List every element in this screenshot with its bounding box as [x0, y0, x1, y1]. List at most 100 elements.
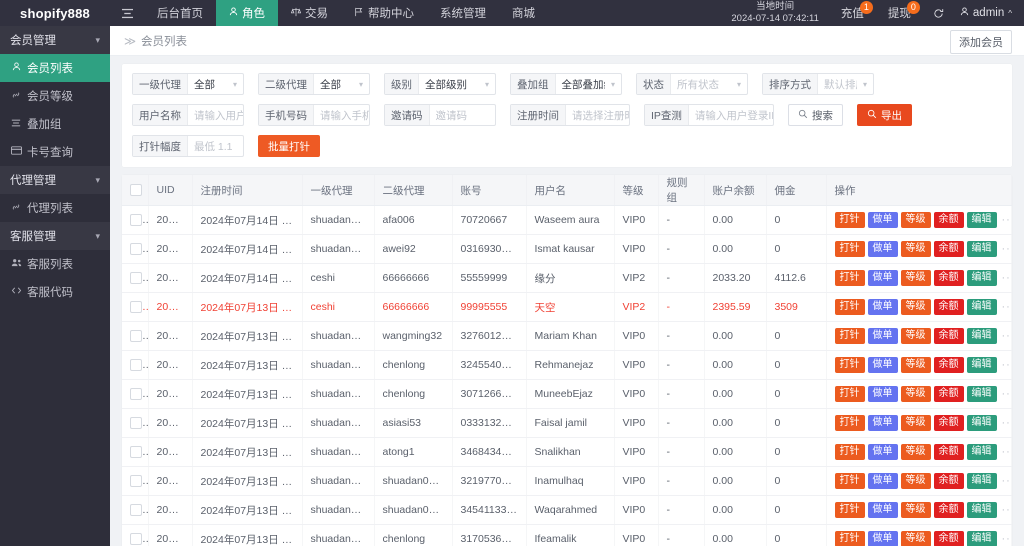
- row-checkbox[interactable]: [130, 214, 142, 227]
- filter-secondary-agent[interactable]: 二级代理 全部 ▾: [258, 73, 370, 95]
- more-actions-icon[interactable]: ···: [1000, 446, 1011, 458]
- nav-item-role[interactable]: 角色: [216, 0, 278, 26]
- sidebar-item-member-list[interactable]: 会员列表: [0, 54, 110, 82]
- table-row[interactable]: 202082024年07月14日 02:26:22shuadan010awei9…: [122, 234, 1012, 264]
- filter-ip-query-input[interactable]: IP查测 请输入用户登录IP: [644, 104, 774, 126]
- make-order-button[interactable]: 做单: [867, 501, 898, 519]
- sidebar-item-service-list[interactable]: 客服列表: [0, 250, 110, 278]
- more-actions-icon[interactable]: ···: [1000, 504, 1011, 516]
- table-row[interactable]: 202032024年07月13日 19:44:22shuadan003chenl…: [122, 379, 1012, 409]
- level-button[interactable]: 等级: [900, 269, 931, 287]
- edit-button[interactable]: 编辑: [966, 327, 997, 345]
- make-order-button[interactable]: 做单: [867, 327, 898, 345]
- injection-button[interactable]: 打针: [834, 240, 865, 258]
- more-actions-icon[interactable]: ···: [1000, 214, 1011, 226]
- level-button[interactable]: 等级: [900, 501, 931, 519]
- filter-level[interactable]: 级别 全部级别 ▾: [384, 73, 496, 95]
- injection-button[interactable]: 打针: [834, 472, 865, 490]
- balance-button[interactable]: 余额: [933, 501, 964, 519]
- balance-button[interactable]: 余额: [933, 298, 964, 316]
- row-checkbox[interactable]: [130, 330, 142, 343]
- level-button[interactable]: 等级: [900, 414, 931, 432]
- table-row[interactable]: 202042024年07月13日 19:44:51shuadan003chenl…: [122, 350, 1012, 380]
- more-actions-icon[interactable]: ···: [1000, 301, 1011, 313]
- injection-button[interactable]: 打针: [834, 327, 865, 345]
- row-checkbox[interactable]: [130, 504, 142, 517]
- make-order-button[interactable]: 做单: [867, 530, 898, 546]
- sidebar-item-service-code[interactable]: 客服代码: [0, 278, 110, 306]
- balance-button[interactable]: 余额: [933, 385, 964, 403]
- make-order-button[interactable]: 做单: [867, 269, 898, 287]
- edit-button[interactable]: 编辑: [966, 356, 997, 374]
- table-row[interactable]: 202092024年07月14日 05:19:30shuadan008afa00…: [122, 205, 1012, 235]
- injection-button[interactable]: 打针: [834, 356, 865, 374]
- row-checkbox[interactable]: [130, 533, 142, 546]
- edit-button[interactable]: 编辑: [966, 385, 997, 403]
- user-menu[interactable]: admin ^: [954, 0, 1024, 26]
- balance-button[interactable]: 余额: [933, 443, 964, 461]
- edit-button[interactable]: 编辑: [966, 211, 997, 229]
- refresh-icon[interactable]: [923, 0, 954, 26]
- edit-button[interactable]: 编辑: [966, 472, 997, 490]
- sidebar-item-member-level[interactable]: 会员等级: [0, 82, 110, 110]
- balance-button[interactable]: 余额: [933, 414, 964, 432]
- row-checkbox[interactable]: [130, 417, 142, 430]
- make-order-button[interactable]: 做单: [867, 472, 898, 490]
- table-row[interactable]: 202022024年07月13日 19:12:49shuadan011asias…: [122, 408, 1012, 438]
- table-row[interactable]: 202062024年07月13日 22:34:03ceshi6666666699…: [122, 292, 1012, 322]
- injection-button[interactable]: 打针: [834, 414, 865, 432]
- row-checkbox[interactable]: [130, 388, 142, 401]
- level-button[interactable]: 等级: [900, 385, 931, 403]
- nav-item-system[interactable]: 系统管理: [427, 0, 499, 26]
- balance-button[interactable]: 余额: [933, 211, 964, 229]
- injection-button[interactable]: 打针: [834, 501, 865, 519]
- table-row[interactable]: 202012024年07月13日 19:03:32shuadan004atong…: [122, 437, 1012, 467]
- injection-button[interactable]: 打针: [834, 211, 865, 229]
- injection-button[interactable]: 打针: [834, 385, 865, 403]
- withdraw-button[interactable]: 提现 0: [876, 0, 923, 26]
- recharge-button[interactable]: 充值 1: [829, 0, 876, 26]
- make-order-button[interactable]: 做单: [867, 240, 898, 258]
- row-checkbox[interactable]: [130, 243, 142, 256]
- search-button[interactable]: 搜索: [788, 104, 843, 126]
- balance-button[interactable]: 余额: [933, 269, 964, 287]
- level-button[interactable]: 等级: [900, 472, 931, 490]
- sidebar-group-agent-management[interactable]: 代理管理 ▾: [0, 166, 110, 194]
- nav-item-transaction[interactable]: 交易: [278, 0, 341, 26]
- filter-injection-amplitude-input[interactable]: 打针幅度 最低 1.1: [132, 135, 244, 157]
- more-actions-icon[interactable]: ···: [1000, 417, 1011, 429]
- level-button[interactable]: 等级: [900, 298, 931, 316]
- make-order-button[interactable]: 做单: [867, 443, 898, 461]
- sidebar-item-card-query[interactable]: 卡号查询: [0, 138, 110, 166]
- sidebar-group-service-management[interactable]: 客服管理 ▾: [0, 222, 110, 250]
- edit-button[interactable]: 编辑: [966, 530, 997, 546]
- more-actions-icon[interactable]: ···: [1000, 330, 1011, 342]
- more-actions-icon[interactable]: ···: [1000, 388, 1011, 400]
- balance-button[interactable]: 余额: [933, 356, 964, 374]
- make-order-button[interactable]: 做单: [867, 414, 898, 432]
- edit-button[interactable]: 编辑: [966, 501, 997, 519]
- more-actions-icon[interactable]: ···: [1000, 533, 1011, 545]
- filter-primary-agent[interactable]: 一级代理 全部 ▾: [132, 73, 244, 95]
- injection-button[interactable]: 打针: [834, 269, 865, 287]
- nav-item-home[interactable]: 后台首页: [144, 0, 216, 26]
- make-order-button[interactable]: 做单: [867, 385, 898, 403]
- row-checkbox[interactable]: [130, 359, 142, 372]
- filter-username-input[interactable]: 用户名称 请输入用户名称: [132, 104, 244, 126]
- make-order-button[interactable]: 做单: [867, 298, 898, 316]
- export-button[interactable]: 导出: [857, 104, 912, 126]
- row-checkbox[interactable]: [130, 475, 142, 488]
- level-button[interactable]: 等级: [900, 443, 931, 461]
- sidebar-item-overlay-group[interactable]: 叠加组: [0, 110, 110, 138]
- sidebar-group-member-management[interactable]: 会员管理 ▾: [0, 26, 110, 54]
- table-row[interactable]: 201982024年07月13日 16:08:15shuadan003chenl…: [122, 524, 1012, 546]
- filter-phone-input[interactable]: 手机号码 请输入手机号码: [258, 104, 370, 126]
- injection-button[interactable]: 打针: [834, 298, 865, 316]
- filter-overlay-group[interactable]: 叠加组 全部叠加组 ▾: [510, 73, 622, 95]
- table-row[interactable]: 202052024年07月13日 21:12:37shuadan007wangm…: [122, 321, 1012, 351]
- nav-item-mall[interactable]: 商城: [499, 0, 548, 26]
- level-button[interactable]: 等级: [900, 240, 931, 258]
- select-all-checkbox[interactable]: [130, 184, 142, 197]
- more-actions-icon[interactable]: ···: [1000, 272, 1011, 284]
- sidebar-item-agent-list[interactable]: 代理列表: [0, 194, 110, 222]
